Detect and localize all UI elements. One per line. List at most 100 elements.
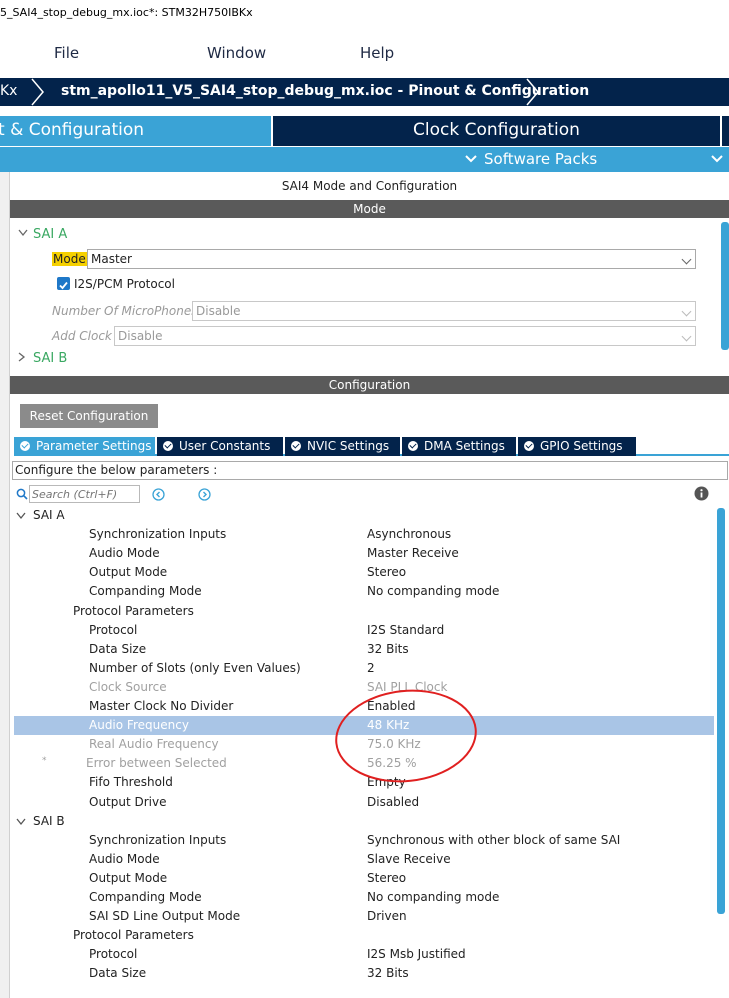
add-clock-select[interactable]: Disable	[114, 326, 696, 346]
config-section-header: Configuration	[10, 376, 729, 394]
tab-gpio-settings[interactable]: GPIO Settings	[518, 437, 636, 456]
param-row[interactable]: Number of Slots (only Even Values) 2	[14, 659, 714, 678]
param-row[interactable]: Protocol I2S Standard	[14, 621, 714, 640]
subtab-label: Parameter Settings	[36, 439, 152, 453]
tab-pinout-configuration[interactable]: t & Configuration	[0, 116, 271, 146]
software-packs-label: Software Packs	[484, 150, 598, 168]
breadcrumb-end-icon	[526, 78, 539, 106]
param-name: Protocol Parameters	[73, 928, 194, 943]
param-subgroup-row[interactable]: Protocol Parameters	[14, 926, 714, 945]
check-circle-icon	[20, 441, 30, 451]
param-row[interactable]: Audio Mode Master Receive	[14, 544, 714, 563]
param-row[interactable]: Synchronization Inputs Synchronous with o…	[14, 831, 714, 850]
menu-window[interactable]: Window	[207, 44, 266, 62]
microphones-select[interactable]: Disable	[192, 301, 696, 321]
param-value: Master Receive	[367, 546, 459, 561]
param-group-row[interactable]: SAI B	[14, 812, 714, 831]
expand-chevron-icon[interactable]	[16, 818, 26, 826]
subtab-label: NVIC Settings	[307, 439, 390, 453]
i2s-checkbox[interactable]	[57, 277, 70, 290]
param-name: Output Drive	[89, 794, 167, 809]
subtab-label: User Constants	[179, 439, 271, 453]
breadcrumb-separator-icon	[31, 78, 44, 106]
param-value: Slave Receive	[367, 851, 451, 866]
next-result-icon[interactable]	[198, 488, 211, 501]
mode-select[interactable]: Master	[87, 249, 696, 269]
param-name: Audio Mode	[89, 546, 160, 561]
tab-user-constants[interactable]: User Constants	[157, 437, 283, 456]
param-name: Protocol	[89, 947, 138, 962]
reset-configuration-button[interactable]: Reset Configuration	[20, 404, 158, 428]
expand-chevron-icon[interactable]	[18, 229, 28, 237]
window-title: 5_SAI4_stop_debug_mx.ioc*: STM32H750IBKx	[0, 6, 253, 19]
chevron-down-icon[interactable]	[711, 154, 723, 164]
param-name: SAI SD Line Output Mode	[89, 909, 241, 924]
param-marker: *	[42, 756, 47, 767]
param-name: Protocol	[89, 622, 138, 637]
param-value: Stereo	[367, 565, 407, 580]
param-value: Stereo	[367, 870, 407, 885]
window-titlebar: 5_SAI4_stop_debug_mx.ioc*: STM32H750IBKx	[0, 0, 729, 28]
param-name: Companding Mode	[89, 584, 202, 599]
mode-select-value: Master	[91, 252, 132, 266]
search-input[interactable]	[29, 485, 140, 503]
check-circle-icon	[163, 441, 173, 451]
param-name: Clock Source	[89, 679, 167, 694]
param-row[interactable]: Output Drive Disabled	[14, 793, 714, 812]
sai-b-mode-label[interactable]: SAI B	[33, 351, 67, 366]
param-group-row[interactable]: SAI A	[14, 506, 714, 525]
param-row[interactable]: Synchronization Inputs Asynchronous	[14, 525, 714, 544]
breadcrumb: Kx stm_apollo11_V5_SAI4_stop_debug_mx.io…	[0, 78, 729, 106]
param-value: Asynchronous	[367, 527, 452, 542]
param-row[interactable]: Companding Mode No companding mode	[14, 582, 714, 601]
mode-scrollbar[interactable]	[721, 222, 729, 350]
tab-clock-label: Clock Configuration	[413, 120, 580, 140]
parameter-scrollbar[interactable]	[717, 508, 725, 914]
param-row[interactable]: Protocol I2S Msb Justified	[14, 945, 714, 964]
param-name: Synchronization Inputs	[89, 832, 227, 847]
tab-overflow	[722, 116, 729, 146]
param-row[interactable]: Data Size 32 Bits	[14, 964, 714, 983]
param-name: Synchronization Inputs	[89, 527, 227, 542]
param-row[interactable]: Companding Mode No companding mode	[14, 888, 714, 907]
info-icon[interactable]	[694, 486, 709, 501]
param-value: Disabled	[367, 794, 420, 809]
param-value: I2S Msb Justified	[367, 947, 466, 962]
previous-result-icon[interactable]	[152, 488, 165, 501]
tab-parameter-settings[interactable]: Parameter Settings	[14, 437, 155, 456]
menu-file[interactable]: File	[54, 44, 79, 62]
param-subgroup-row[interactable]: Protocol Parameters	[14, 602, 714, 621]
menu-help[interactable]: Help	[360, 44, 394, 62]
breadcrumb-prev[interactable]: Kx	[0, 83, 17, 99]
param-value: 32 Bits	[367, 966, 409, 981]
microphones-label: Number Of MicroPhones	[52, 304, 198, 318]
collapse-chevron-icon[interactable]	[18, 352, 26, 362]
param-name: Master Clock No Divider	[89, 699, 234, 713]
param-row[interactable]: Audio Mode Slave Receive	[14, 850, 714, 869]
tab-clock-configuration[interactable]: Clock Configuration	[273, 116, 720, 146]
param-row[interactable]: SAI SD Line Output Mode Driven	[14, 907, 714, 926]
configure-text: Configure the below parameters :	[15, 463, 218, 477]
annotation-circle	[335, 689, 477, 783]
check-circle-icon	[408, 441, 418, 451]
param-name: Output Mode	[89, 870, 168, 885]
breadcrumb-current[interactable]: stm_apollo11_V5_SAI4_stop_debug_mx.ioc -…	[61, 83, 589, 99]
param-name: Error between Selected	[86, 756, 227, 771]
software-packs-bar[interactable]: Software Packs	[0, 147, 729, 172]
param-name: Audio Mode	[89, 851, 160, 866]
i2s-label: I2S/PCM Protocol	[74, 277, 175, 291]
sai-a-mode-label[interactable]: SAI A	[33, 227, 67, 242]
param-value: I2S Standard	[367, 622, 445, 637]
expand-chevron-icon[interactable]	[16, 512, 26, 520]
param-row[interactable]: Output Mode Stereo	[14, 563, 714, 582]
tab-nvic-settings[interactable]: NVIC Settings	[285, 437, 400, 456]
param-name: Companding Mode	[89, 890, 202, 904]
param-name: SAI A	[33, 508, 65, 522]
param-value: No companding mode	[367, 584, 500, 599]
microphones-value: Disable	[196, 304, 241, 318]
param-row[interactable]: Data Size 32 Bits	[14, 640, 714, 659]
param-row[interactable]: Output Mode Stereo	[14, 869, 714, 888]
config-subtabs: Parameter Settings User Constants NVIC S…	[14, 437, 729, 456]
param-name: Data Size	[89, 966, 147, 981]
tab-dma-settings[interactable]: DMA Settings	[402, 437, 516, 456]
